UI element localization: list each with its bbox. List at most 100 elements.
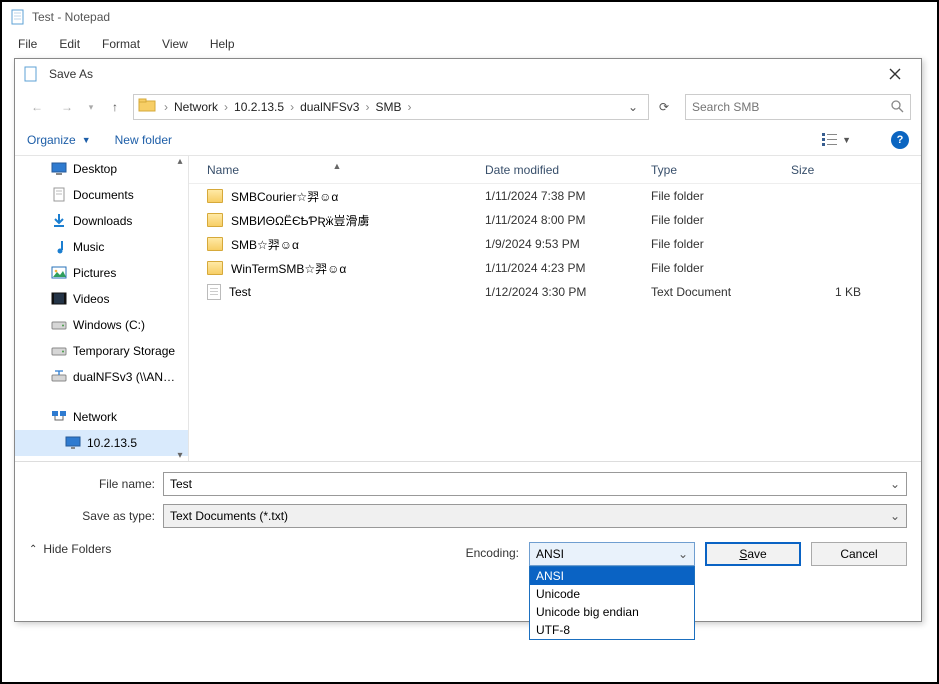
- chevron-down-icon: ▼: [842, 135, 851, 145]
- dialog-icon: [23, 66, 39, 82]
- menu-file[interactable]: File: [8, 35, 47, 53]
- col-date[interactable]: Date modified: [485, 163, 651, 177]
- sidebar-item-dualnfsv3-an-[interactable]: dualNFSv3 (\\AN…: [15, 364, 188, 390]
- sidebar-item-music[interactable]: Music: [15, 234, 188, 260]
- hide-folders-button[interactable]: ⌃ Hide Folders: [29, 542, 111, 556]
- chevron-down-icon: ⌄: [678, 547, 688, 561]
- file-date: 1/11/2024 8:00 PM: [485, 213, 651, 227]
- search-box[interactable]: [685, 94, 911, 120]
- save-button[interactable]: Save: [705, 542, 801, 566]
- sidebar-item-label: Network: [73, 410, 117, 424]
- sort-asc-icon: ▲: [333, 161, 342, 171]
- help-button[interactable]: ?: [891, 131, 909, 149]
- filename-input[interactable]: Test ⌄: [163, 472, 907, 496]
- refresh-button[interactable]: ⟳: [655, 100, 679, 114]
- col-name[interactable]: ▲Name: [189, 163, 485, 177]
- encoding-option[interactable]: Unicode big endian: [530, 603, 694, 621]
- folder-icon: [207, 189, 223, 203]
- scroll-down-icon[interactable]: ▾: [177, 450, 182, 461]
- file-row[interactable]: SMBИΘΩËЄҌƤƦӝ豈滑虜1/11/2024 8:00 PMFile fol…: [189, 208, 921, 232]
- file-type: Text Document: [651, 285, 791, 299]
- sidebar-item-label: Temporary Storage: [73, 344, 175, 358]
- sidebar-item-desktop[interactable]: Desktop: [15, 156, 188, 182]
- sidebar-item-documents[interactable]: Documents: [15, 182, 188, 208]
- sidebar-item-label: Desktop: [73, 162, 117, 176]
- file-row[interactable]: WinTermSMB☆羿☺α1/11/2024 4:23 PMFile fold…: [189, 256, 921, 280]
- folder-icon: [207, 237, 223, 251]
- recent-dd[interactable]: ▾: [85, 95, 97, 119]
- col-type[interactable]: Type: [651, 163, 791, 177]
- view-icon: [822, 133, 838, 147]
- folder-icon: [207, 213, 223, 227]
- sidebar-item-pictures[interactable]: Pictures: [15, 260, 188, 286]
- sidebar-item-windows-c-[interactable]: Windows (C:): [15, 312, 188, 338]
- cancel-button[interactable]: Cancel: [811, 542, 907, 566]
- new-folder-button[interactable]: New folder: [115, 133, 172, 147]
- encoding-dropdown: ANSIUnicodeUnicode big endianUTF-8: [529, 566, 695, 640]
- file-date: 1/9/2024 9:53 PM: [485, 237, 651, 251]
- action-row: ⌃ Hide Folders Encoding: ANSI ⌄ ANSIUnic…: [15, 536, 921, 578]
- file-name: SMB☆羿☺α: [231, 236, 299, 253]
- chevron-down-icon[interactable]: ⌄: [890, 509, 900, 523]
- column-headers: ▲Name Date modified Type Size: [189, 156, 921, 184]
- forward-button[interactable]: →: [55, 95, 79, 119]
- breadcrumb[interactable]: › Network › 10.2.13.5 › dualNFSv3 › SMB …: [133, 94, 649, 120]
- netdisk-icon: [51, 369, 67, 385]
- bc-network[interactable]: Network: [170, 100, 222, 114]
- saveastype-label: Save as type:: [29, 509, 163, 523]
- file-row[interactable]: SMBCourier☆羿☺α1/11/2024 7:38 PMFile fold…: [189, 184, 921, 208]
- filename-label: File name:: [29, 477, 163, 491]
- file-date: 1/12/2024 3:30 PM: [485, 285, 651, 299]
- music-icon: [51, 239, 67, 255]
- sidebar-item-label: 10.2.13.5: [87, 436, 137, 450]
- bc-folder[interactable]: SMB: [371, 100, 405, 114]
- close-button[interactable]: [877, 64, 913, 84]
- download-icon: [51, 213, 67, 229]
- menu-edit[interactable]: Edit: [49, 35, 90, 53]
- folder-icon: [207, 261, 223, 275]
- chevron-right-icon: ›: [405, 100, 413, 114]
- encoding-label: Encoding:: [466, 542, 519, 560]
- save-as-dialog: Save As ← → ▾ ↑ › Network › 10.2.13.5 › …: [14, 58, 922, 622]
- chevron-right-icon: ›: [162, 100, 170, 114]
- file-row[interactable]: Test1/12/2024 3:30 PMText Document1 KB: [189, 280, 921, 304]
- encoding-option[interactable]: UTF-8: [530, 621, 694, 639]
- file-type: File folder: [651, 213, 791, 227]
- window-title: Test - Notepad: [32, 10, 110, 24]
- sidebar-item-network[interactable]: Network: [15, 404, 188, 430]
- organize-button[interactable]: Organize ▼: [27, 133, 91, 147]
- sidebar-item-label: Pictures: [73, 266, 116, 280]
- scrollbar[interactable]: ▴▾: [172, 156, 188, 461]
- chevron-down-icon[interactable]: ⌄: [890, 477, 900, 491]
- menu-help[interactable]: Help: [200, 35, 245, 53]
- menu-format[interactable]: Format: [92, 35, 150, 53]
- pictures-icon: [51, 265, 67, 281]
- view-menu[interactable]: ▼: [822, 133, 851, 147]
- chevron-right-icon: ›: [222, 100, 230, 114]
- encoding-option[interactable]: ANSI: [530, 567, 694, 585]
- sidebar-item-temporary-storage[interactable]: Temporary Storage: [15, 338, 188, 364]
- menu-view[interactable]: View: [152, 35, 198, 53]
- breadcrumb-dropdown[interactable]: ⌄: [622, 100, 644, 114]
- search-input[interactable]: [692, 100, 890, 114]
- dialog-titlebar: Save As: [15, 59, 921, 89]
- sidebar-item-label: Windows (C:): [73, 318, 145, 332]
- saveastype-select[interactable]: Text Documents (*.txt) ⌄: [163, 504, 907, 528]
- sidebar-item-label: Videos: [73, 292, 109, 306]
- sidebar-item-10-2-13-5[interactable]: 10.2.13.5: [15, 430, 188, 456]
- network-icon: [51, 409, 67, 425]
- encoding-select[interactable]: ANSI ⌄: [529, 542, 695, 566]
- encoding-option[interactable]: Unicode: [530, 585, 694, 603]
- file-name: SMBCourier☆羿☺α: [231, 188, 338, 205]
- bc-share[interactable]: dualNFSv3: [296, 100, 363, 114]
- back-button[interactable]: ←: [25, 95, 49, 119]
- bc-ip[interactable]: 10.2.13.5: [230, 100, 288, 114]
- sidebar-item-videos[interactable]: Videos: [15, 286, 188, 312]
- toolbar: Organize ▼ New folder ▼ ?: [15, 125, 921, 155]
- col-size[interactable]: Size: [791, 163, 861, 177]
- file-row[interactable]: SMB☆羿☺α1/9/2024 9:53 PMFile folder: [189, 232, 921, 256]
- up-button[interactable]: ↑: [103, 95, 127, 119]
- sidebar-item-downloads[interactable]: Downloads: [15, 208, 188, 234]
- scroll-up-icon[interactable]: ▴: [177, 156, 182, 167]
- file-type: File folder: [651, 261, 791, 275]
